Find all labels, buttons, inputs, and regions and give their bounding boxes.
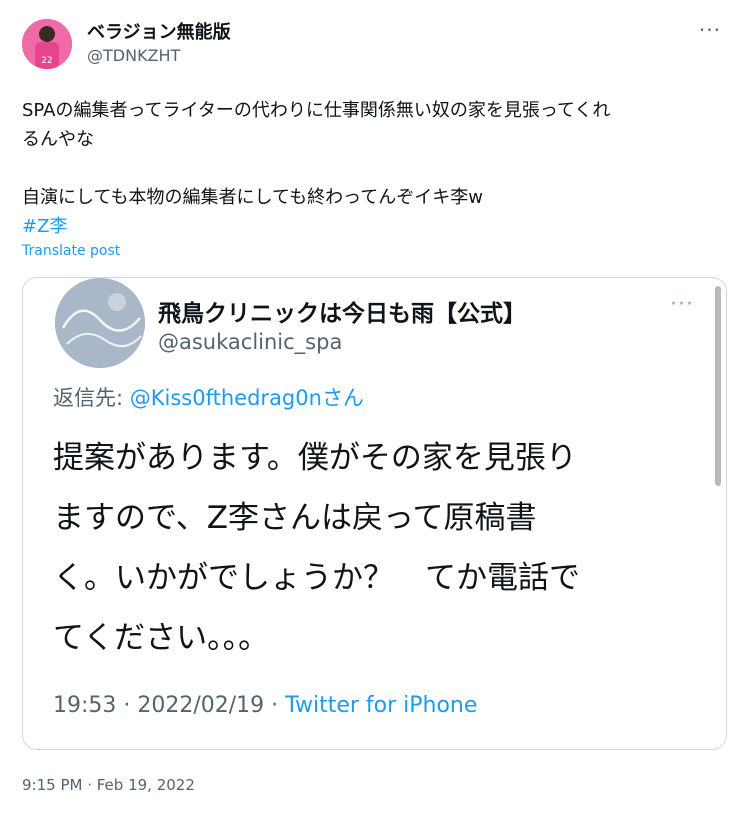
tweet-line: るんやな xyxy=(22,129,94,150)
embedded-body-line: てください。。。 xyxy=(53,620,270,656)
author-handle[interactable]: @TDNKZHT xyxy=(87,46,180,65)
reply-prefix: 返信先: xyxy=(53,386,130,410)
post-timestamp[interactable]: 9:15 PM · Feb 19, 2022 xyxy=(22,776,195,794)
embedded-more-icon: ··· xyxy=(670,292,694,317)
hashtag-link[interactable]: #Z李 xyxy=(22,216,67,237)
embedded-body-line: ますので、Z李さんは戻って原稿書 xyxy=(53,500,537,536)
embedded-image-card[interactable]: 飛鳥クリニックは今日も雨【公式】 @asukaclinic_spa ··· 返信… xyxy=(22,277,727,750)
author-avatar[interactable]: 22 xyxy=(22,19,72,69)
embedded-tweet-body: 提案があります。僕がその家を見張り ますので、Z李さんは戻って原稿書 く。いかが… xyxy=(53,428,703,668)
more-horizontal-icon[interactable]: ··· xyxy=(699,18,721,42)
embedded-source: Twitter for iPhone xyxy=(285,693,478,718)
embedded-body-line: 提案があります。僕がその家を見張り xyxy=(53,440,577,476)
reply-mention: @Kiss0fthedrag0nさん xyxy=(129,386,364,410)
embedded-scrollbar xyxy=(715,286,721,486)
translate-post-link[interactable]: Translate post xyxy=(22,243,120,259)
embedded-avatar xyxy=(55,278,145,368)
tweet-line: 自演にしても本物の編集者にしても終わってんぞイキ李w xyxy=(22,187,483,208)
author-display-name[interactable]: ベラジョン無能版 xyxy=(87,18,231,44)
embedded-display-name: 飛鳥クリニックは今日も雨【公式】 xyxy=(158,301,526,327)
embedded-body-line: く。いかがでしょうか？ てか電話で xyxy=(53,560,580,596)
tweet-line: SPAの編集者ってライターの代わりに仕事関係無い奴の家を見張ってくれ xyxy=(22,100,611,121)
embedded-handle: @asukaclinic_spa xyxy=(158,330,343,354)
embedded-time: 19:53 · 2022/02/19 · xyxy=(53,693,286,718)
reply-to-line: 返信先: @Kiss0fthedrag0nさん xyxy=(53,382,364,412)
tweet-text: SPAの編集者ってライターの代わりに仕事関係無い奴の家を見張ってくれ るんやな … xyxy=(22,96,722,241)
svg-text:22: 22 xyxy=(41,56,52,66)
embedded-footer: 19:53 · 2022/02/19 · Twitter for iPhone xyxy=(53,693,477,718)
